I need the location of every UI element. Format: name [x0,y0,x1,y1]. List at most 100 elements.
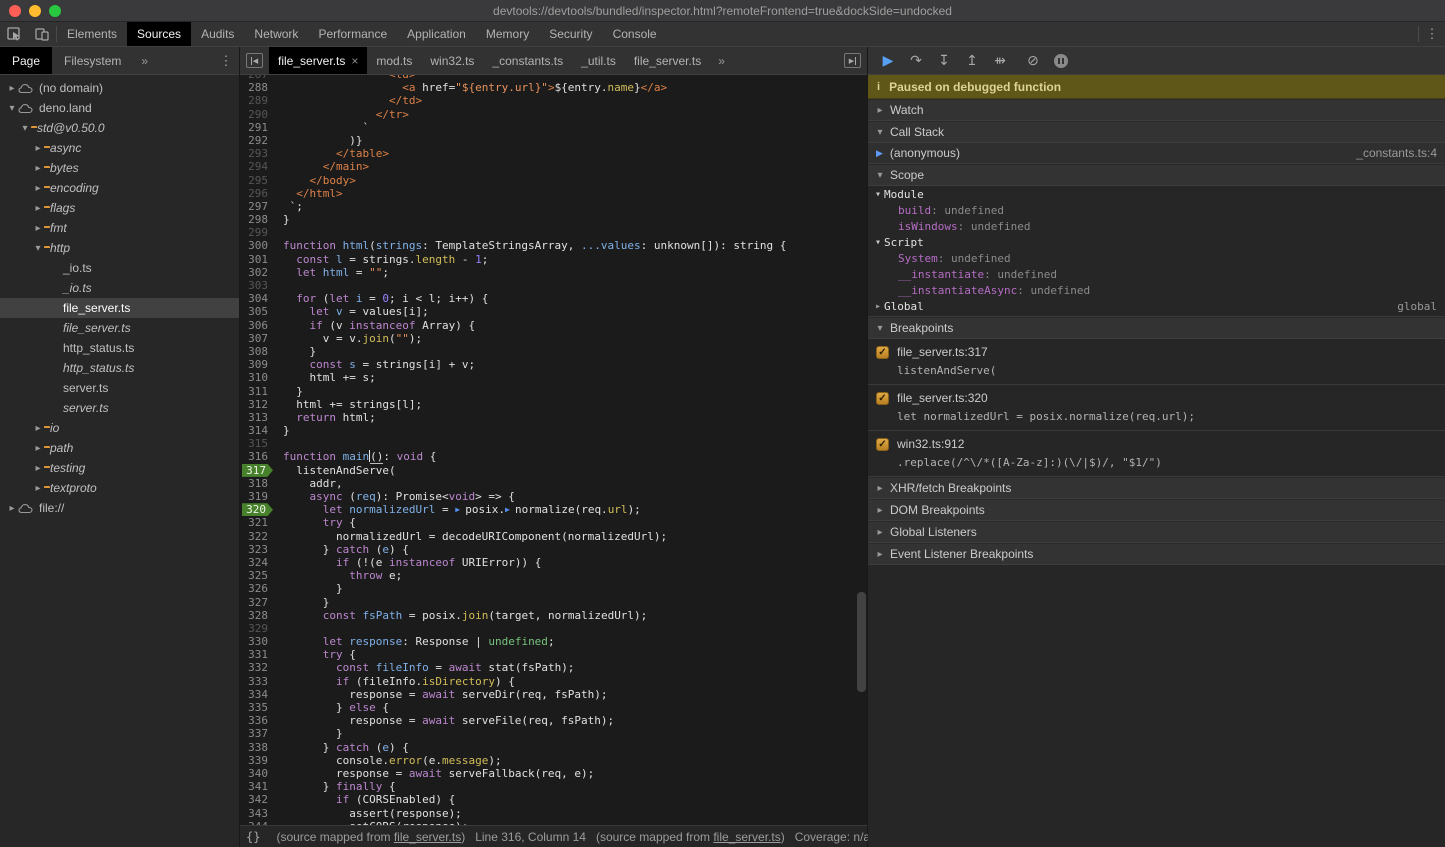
line-number-291[interactable]: 291 [240,121,274,134]
sidebar-tab-filesystem[interactable]: Filesystem [52,47,133,74]
expander-icon[interactable]: ▾ [872,237,884,248]
section-header-watch[interactable]: ▸Watch [868,99,1445,121]
line-number-312[interactable]: 312 [240,398,274,411]
scope-property[interactable]: build: undefined [868,202,1445,218]
line-number-324[interactable]: 324 [240,556,274,569]
line-number-322[interactable]: 322 [240,530,274,543]
line-number-341[interactable]: 341 [240,780,274,793]
tree-item-path[interactable]: ▸path [0,438,239,458]
line-number-302[interactable]: 302 [240,266,274,279]
expander-icon[interactable]: ▾ [874,323,886,334]
scope-property[interactable]: isWindows: undefined [868,218,1445,234]
line-number-318[interactable]: 318 [240,477,274,490]
scope-property[interactable]: __instantiate: undefined [868,266,1445,282]
expander-icon[interactable]: ▸ [32,443,44,454]
tree-item-file-server-ts[interactable]: file_server.ts [0,318,239,338]
line-number-316[interactable]: 316 [240,450,274,463]
tree-item-fmt[interactable]: ▸fmt [0,218,239,238]
kebab-menu-icon[interactable]: ⋮ [213,47,239,74]
inline-breakpoint-marker-icon[interactable]: ▶ [455,503,465,516]
tree-item-server-ts[interactable]: server.ts [0,378,239,398]
tab-performance[interactable]: Performance [308,22,397,46]
line-number-326[interactable]: 326 [240,582,274,595]
line-number-327[interactable]: 327 [240,596,274,609]
expander-icon[interactable]: ▸ [874,527,886,538]
expander-icon[interactable]: ▸ [874,549,886,560]
scope-group-global[interactable]: ▸Globalglobal [868,298,1445,314]
hide-debugger-sidebar-icon[interactable]: ▶ [844,53,861,68]
expander-icon[interactable]: ▸ [32,183,44,194]
tree-item-bytes[interactable]: ▸bytes [0,158,239,178]
scope-property[interactable]: __instantiateAsync: undefined [868,282,1445,298]
breakpoint-entry[interactable]: ✓file_server.ts:317listenAndServe( [868,339,1445,385]
line-number-288[interactable]: 288 [240,81,274,94]
line-number-332[interactable]: 332 [240,661,274,674]
device-toolbar-icon[interactable] [28,22,56,46]
line-number-310[interactable]: 310 [240,371,274,384]
breakpoint-checkbox[interactable]: ✓ [876,392,889,405]
tree-item-async[interactable]: ▸async [0,138,239,158]
pretty-print-button[interactable]: {} [246,830,260,844]
line-number-335[interactable]: 335 [240,701,274,714]
tab-audits[interactable]: Audits [191,22,244,46]
line-number-325[interactable]: 325 [240,569,274,582]
expander-icon[interactable]: ▸ [872,301,884,312]
line-number-339[interactable]: 339 [240,754,274,767]
step-icon[interactable]: ⇻ [988,50,1012,72]
editor-tab-constants-ts[interactable]: _constants.ts [483,47,572,74]
scope-property[interactable]: System: undefined [868,250,1445,266]
source-mapped-link[interactable]: file_server.ts [713,830,780,844]
inspect-element-icon[interactable] [0,22,28,46]
line-number-333[interactable]: 333 [240,675,274,688]
line-number-292[interactable]: 292 [240,134,274,147]
expander-icon[interactable]: ▾ [6,103,18,114]
hide-navigator-icon[interactable]: ◀ [246,53,263,68]
line-number-342[interactable]: 342 [240,793,274,806]
line-number-340[interactable]: 340 [240,767,274,780]
line-number-297[interactable]: 297 [240,200,274,213]
breakpoint-entry[interactable]: ✓file_server.ts:320let normalizedUrl = p… [868,385,1445,431]
scope-group-script[interactable]: ▾Script [868,234,1445,250]
close-tab-icon[interactable]: × [351,54,358,68]
section-header-breakpoints[interactable]: ▾Breakpoints [868,317,1445,339]
expander-icon[interactable]: ▸ [32,143,44,154]
expander-icon[interactable]: ▸ [874,105,886,116]
kebab-menu-icon[interactable]: ⋮ [1419,22,1445,46]
line-number-305[interactable]: 305 [240,305,274,318]
step-into-icon[interactable]: ↧ [932,50,956,72]
source-mapped-link[interactable]: file_server.ts [394,830,461,844]
tree-item-io[interactable]: ▸io [0,418,239,438]
section-header-event-listener-breakpoints[interactable]: ▸Event Listener Breakpoints [868,543,1445,565]
line-number-313[interactable]: 313 [240,411,274,424]
line-number-296[interactable]: 296 [240,187,274,200]
line-number-329[interactable]: 329 [240,622,274,635]
tree-item-textproto[interactable]: ▸textproto [0,478,239,498]
line-number-308[interactable]: 308 [240,345,274,358]
scope-group-module[interactable]: ▾Module [868,186,1445,202]
tab-console[interactable]: Console [603,22,667,46]
expander-icon[interactable]: ▾ [19,123,31,134]
tree-item-file[interactable]: ▸file:// [0,498,239,518]
line-number-343[interactable]: 343 [240,807,274,820]
line-number-323[interactable]: 323 [240,543,274,556]
section-header-global-listeners[interactable]: ▸Global Listeners [868,521,1445,543]
expander-icon[interactable]: ▸ [6,83,18,94]
expander-icon[interactable]: ▾ [874,170,886,181]
line-number-317[interactable]: 317 [240,464,274,477]
deactivate-breakpoints-icon[interactable]: ⊘ [1021,50,1045,72]
line-number-344[interactable]: 344 [240,820,274,825]
tree-item-http[interactable]: ▾http [0,238,239,258]
resume-icon[interactable]: ▶ [876,50,900,72]
code-editor[interactable]: 287 <td>288 <a href="${entry.url}">${ent… [240,75,867,825]
editor-tab-file-server-ts[interactable]: file_server.ts [625,47,710,74]
line-number-338[interactable]: 338 [240,741,274,754]
line-number-289[interactable]: 289 [240,94,274,107]
line-number-294[interactable]: 294 [240,160,274,173]
line-number-300[interactable]: 300 [240,239,274,252]
line-number-328[interactable]: 328 [240,609,274,622]
tree-item-encoding[interactable]: ▸encoding [0,178,239,198]
inline-breakpoint-marker-icon[interactable]: ▶ [505,503,515,516]
tree-item-http-status-ts[interactable]: http_status.ts [0,358,239,378]
line-number-301[interactable]: 301 [240,253,274,266]
expander-icon[interactable]: ▸ [874,483,886,494]
